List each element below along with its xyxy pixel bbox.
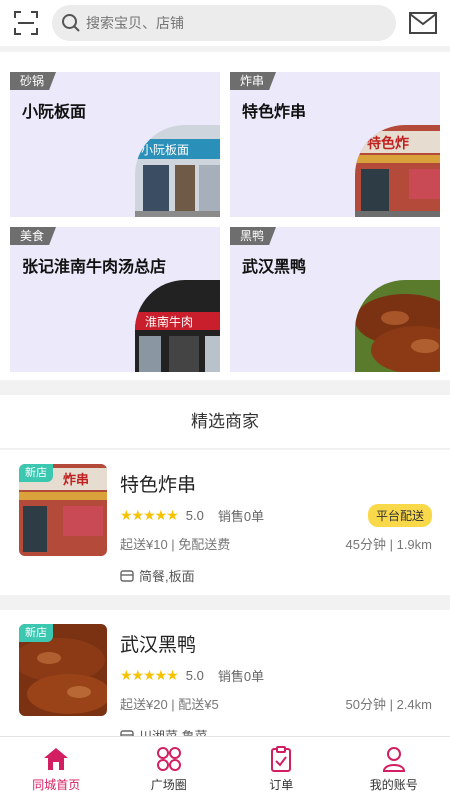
delivery-eta: 45分钟 | 1.9km xyxy=(345,537,432,552)
nav-account[interactable]: 我的账号 xyxy=(338,737,450,800)
nav-label: 我的账号 xyxy=(369,777,418,792)
section-title: 精选商家 xyxy=(0,395,450,449)
search-input[interactable] xyxy=(86,15,366,31)
category-text: 简餐,板面 xyxy=(139,569,195,584)
delivery-fee: 起送¥20 | 配送¥5 xyxy=(120,697,219,712)
shop-sign-text: 小阮板面 xyxy=(141,143,189,157)
category-title: 特色炸串 xyxy=(242,104,307,121)
shop-name: 特色炸串 xyxy=(120,475,197,496)
category-tag: 美食 xyxy=(10,227,57,245)
category-card[interactable]: 砂锅 小阮板面 小阮板面 xyxy=(10,72,220,217)
shop-categories: 简餐,板面 xyxy=(120,566,195,585)
nav-label: 同城首页 xyxy=(32,777,81,792)
top-bar xyxy=(0,0,450,46)
menu-icon xyxy=(120,729,134,736)
scan-button[interactable] xyxy=(0,0,52,46)
shop-sign-text: 淮南牛肉 xyxy=(145,314,193,329)
mail-icon xyxy=(409,12,437,34)
shop-photo: 特色炸 xyxy=(355,125,440,217)
category-title: 武汉黑鸭 xyxy=(242,259,307,276)
nav-home[interactable]: 同城首页 xyxy=(0,737,113,800)
nav-square[interactable]: 广场圈 xyxy=(113,737,226,800)
star-rating-icon: ★★★★★ xyxy=(120,667,179,683)
category-title: 张记淮南牛肉汤总店 xyxy=(22,259,167,276)
grid-icon xyxy=(156,745,182,773)
new-shop-badge: 新店 xyxy=(19,464,53,482)
user-icon xyxy=(382,745,406,773)
shop-sign-text: 特色炸 xyxy=(367,135,409,152)
nav-orders[interactable]: 订单 xyxy=(225,737,338,800)
platform-delivery-badge: 平台配送 xyxy=(367,504,432,527)
search-icon xyxy=(60,12,82,34)
shop-list-item[interactable]: 新店 武汉黑鸭 ★★★★★ 5.0 销售0单 起送¥20 | 配送¥5 50分钟… xyxy=(0,610,450,736)
shop-name: 武汉黑鸭 xyxy=(120,635,197,656)
nav-label: 订单 xyxy=(269,777,294,792)
category-title: 小阮板面 xyxy=(22,104,87,121)
rating-value: 5.0 xyxy=(185,508,204,523)
category-grid: 砂锅 小阮板面 小阮板面 炸串 特色炸串 特色炸 美食 张记淮南牛肉汤总店 淮南… xyxy=(0,52,450,380)
category-card[interactable]: 黑鸭 武汉黑鸭 xyxy=(230,227,440,372)
food-photo xyxy=(355,280,440,372)
shop-thumbnail: 炸串 新店 xyxy=(19,464,107,556)
shop-list-item[interactable]: 炸串 新店 特色炸串 ★★★★★ 5.0 销售0单 平台配送 起送¥10 | 免… xyxy=(0,450,450,595)
shop-thumbnail: 新店 xyxy=(19,624,107,716)
message-button[interactable] xyxy=(396,0,450,46)
new-shop-badge: 新店 xyxy=(19,624,53,642)
delivery-eta: 50分钟 | 2.4km xyxy=(345,697,432,712)
category-card[interactable]: 美食 张记淮南牛肉汤总店 淮南牛肉 xyxy=(10,227,220,372)
category-tag: 炸串 xyxy=(230,72,277,90)
shop-photo: 小阮板面 xyxy=(135,125,220,217)
rating-value: 5.0 xyxy=(185,668,204,683)
scan-icon xyxy=(14,11,38,35)
menu-icon xyxy=(120,569,134,583)
category-tag: 砂锅 xyxy=(10,72,57,90)
order-icon xyxy=(270,745,292,773)
shop-sign-text: 炸串 xyxy=(63,472,89,488)
shop-rating: ★★★★★ 5.0 销售0单 xyxy=(120,666,264,685)
sales-count: 销售0单 xyxy=(217,509,265,524)
search-bar[interactable] xyxy=(52,5,396,41)
category-card[interactable]: 炸串 特色炸串 特色炸 xyxy=(230,72,440,217)
sales-count: 销售0单 xyxy=(217,669,265,684)
shop-photo: 淮南牛肉 xyxy=(135,280,220,372)
shop-categories: 川湘菜,鲁菜 xyxy=(120,726,208,736)
category-tag: 黑鸭 xyxy=(230,227,277,245)
home-icon xyxy=(43,745,69,773)
nav-label: 广场圈 xyxy=(150,777,187,792)
category-text: 川湘菜,鲁菜 xyxy=(139,726,208,736)
bottom-nav: 同城首页 广场圈 订单 我的账号 xyxy=(0,736,450,800)
star-rating-icon: ★★★★★ xyxy=(120,507,179,523)
shop-rating: ★★★★★ 5.0 销售0单 xyxy=(120,506,264,525)
delivery-fee: 起送¥10 | 免配送费 xyxy=(120,537,231,552)
